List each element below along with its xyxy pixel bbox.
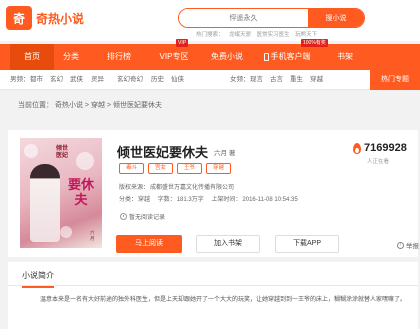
- category-link[interactable]: 都市: [30, 70, 43, 90]
- nav-vip-label: VIP专区: [159, 52, 189, 61]
- vip-badge: VIP: [176, 39, 189, 47]
- popularity: 7169928: [353, 142, 407, 154]
- book-author: 六月 著: [214, 147, 235, 157]
- intro-section: 小说简介 温意本来是一名有大好前途的独外科医生，但是上天却跟她开了一个大大的玩笑…: [8, 262, 418, 329]
- breadcrumb: 当前位置： 奇热小说 > 穿越 > 倾世医妃要休夫: [18, 100, 162, 110]
- cover-title: 要休夫: [67, 178, 94, 208]
- intro-text: 温意本来是一名有大好前途的独外科医生，但是上天却跟她开了一个大大的玩笑，让她穿越…: [40, 297, 407, 303]
- author-suffix: 著: [228, 150, 236, 157]
- cover-blossom: [24, 144, 38, 158]
- male-label: 男频：: [10, 76, 30, 83]
- hot-search-item[interactable]: 医常实习医生: [257, 32, 290, 38]
- breadcrumb-book: 倾世医妃要休夫: [112, 102, 162, 109]
- breadcrumb-sep: >: [106, 102, 111, 109]
- cover-top-title: 倾世医妃: [56, 146, 69, 159]
- book-title: 倾世医妃要休夫: [117, 145, 209, 160]
- category-link[interactable]: 灵异: [91, 70, 104, 90]
- report-button[interactable]: ! 举报: [397, 240, 419, 250]
- copyright-value: 成都盛世万嘉文化传播有限公司: [150, 185, 235, 191]
- nav-app-label: 手机客户端: [270, 52, 311, 61]
- hot-search-label: 热门搜索：: [196, 32, 224, 38]
- logo-mark: 奇: [6, 6, 32, 30]
- reading-record-text: 暂无阅读记录: [129, 215, 166, 221]
- popularity-label: 人正在看: [367, 159, 390, 165]
- tag[interactable]: 王爷: [177, 163, 202, 174]
- words-label: 字数：: [157, 197, 176, 203]
- tag[interactable]: 穿越: [206, 163, 231, 174]
- tag[interactable]: 毒斗: [119, 163, 144, 174]
- report-label: 举报: [406, 243, 419, 250]
- book-card: 倾世医妃 要休夫 六月 倾世医妃要休夫 六月 著 毒斗 宫女 王爷 穿越 版权来…: [8, 130, 419, 257]
- nav-home[interactable]: 首页: [10, 44, 54, 70]
- reading-record: 暂无阅读记录: [120, 212, 165, 221]
- site-name: 奇热小说: [36, 11, 85, 26]
- hot-search-item[interactable]: 龙岷天骄: [229, 32, 251, 38]
- intro-divider: [8, 285, 418, 286]
- category-value[interactable]: 穿越: [138, 197, 150, 203]
- category-link[interactable]: 玄幻: [50, 70, 63, 90]
- cover-figure: [30, 164, 60, 242]
- cover-blossom: [76, 152, 94, 170]
- hot-topics-button[interactable]: 热门专题: [370, 70, 420, 90]
- tag-list: 毒斗 宫女 王爷 穿越: [119, 163, 235, 174]
- copyright-label: 版权来源：: [119, 185, 150, 191]
- category-link[interactable]: 穿越: [310, 70, 323, 90]
- copyright-row: 版权来源：成都盛世万嘉文化传播有限公司: [119, 182, 240, 191]
- nav-free[interactable]: 免费小说: [205, 44, 249, 70]
- breadcrumb-site[interactable]: 奇热小说: [55, 102, 83, 109]
- cover-blossom: [60, 226, 72, 238]
- updated-value: 2016-11-08 10:54:35: [242, 197, 298, 203]
- read-now-button[interactable]: 马上阅读: [116, 235, 182, 253]
- author-name[interactable]: 六月: [214, 150, 227, 157]
- breadcrumb-category[interactable]: 穿越: [91, 102, 105, 109]
- warning-icon: !: [397, 241, 404, 249]
- female-label: 女频：: [230, 76, 250, 83]
- category-label: 分类：: [119, 197, 138, 203]
- fire-icon: [353, 142, 361, 154]
- category-bar: 男频： 都市 玄幻 武侠 灵异 玄幻奇幻 历史 仙侠 女频： 现言 古言 重生 …: [0, 70, 420, 90]
- clock-icon: [120, 213, 127, 220]
- hot-search-item[interactable]: 玩熊天下: [295, 32, 317, 38]
- updated-label: 上架时间：: [211, 197, 242, 203]
- search-input[interactable]: [179, 9, 308, 27]
- popularity-count: 7169928: [364, 142, 407, 154]
- phone-icon: [263, 52, 269, 61]
- nav-shelf[interactable]: 书架: [328, 44, 362, 70]
- site-header: 奇 奇热小说 搜小说 热门搜索： 龙岷天骄 医常实习医生 玩熊天下: [0, 0, 420, 41]
- category-link[interactable]: 仙侠: [171, 70, 184, 90]
- category-link[interactable]: 重生: [290, 70, 303, 90]
- search-button[interactable]: 搜小说: [308, 9, 364, 27]
- search-box: 搜小说: [178, 8, 365, 28]
- main-nav: 首页 分类 排行榜 VIP专区 VIP 免费小说 手机客户端 100%有奖 书架: [0, 39, 420, 70]
- nav-ranking[interactable]: 排行榜: [98, 44, 140, 70]
- category-link[interactable]: 古言: [270, 70, 283, 90]
- add-to-shelf-button[interactable]: 加入书架: [196, 235, 260, 253]
- breadcrumb-sep: >: [84, 102, 89, 109]
- category-link[interactable]: 现言: [250, 70, 263, 90]
- tag[interactable]: 宫女: [148, 163, 173, 174]
- app-badge: 100%有奖: [301, 39, 328, 47]
- book-cover[interactable]: 倾世医妃 要休夫 六月: [20, 138, 102, 248]
- info-row: 分类：穿越 字数：181.3万字 上架时间：2016-11-08 10:54:3…: [119, 194, 304, 203]
- nav-app[interactable]: 手机客户端: [258, 44, 316, 70]
- breadcrumb-prefix: 当前位置：: [18, 102, 53, 109]
- category-link[interactable]: 历史: [151, 70, 164, 90]
- category-link[interactable]: 玄幻奇幻: [117, 70, 143, 90]
- cover-author: 六月: [90, 230, 95, 241]
- category-link[interactable]: 武侠: [70, 70, 83, 90]
- site-logo[interactable]: 奇 奇热小说: [6, 6, 84, 30]
- words-value: 181.3万字: [176, 197, 204, 203]
- nav-vip[interactable]: VIP专区: [152, 44, 196, 70]
- download-app-button[interactable]: 下载APP: [275, 235, 339, 253]
- nav-category[interactable]: 分类: [56, 44, 86, 70]
- hot-search: 热门搜索： 龙岷天骄 医常实习医生 玩熊天下: [196, 30, 321, 38]
